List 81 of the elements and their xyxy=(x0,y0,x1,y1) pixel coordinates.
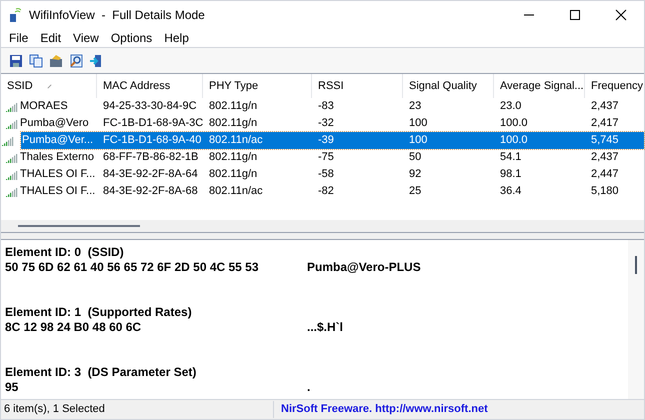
table-cell-text: 5,180 xyxy=(591,184,619,200)
column-header[interactable]: Frequency xyxy=(585,74,645,98)
menu-item[interactable]: Options xyxy=(104,29,158,47)
table-cell-text: 802.11n/ac xyxy=(209,133,263,148)
table-cell-text: 84-3E-92-2F-8A-68 xyxy=(103,184,198,200)
table-cell-text: 54.1 xyxy=(500,150,522,166)
table-cell-text: 802.11g/n xyxy=(209,150,258,166)
table-cell-text: -58 xyxy=(318,167,334,182)
table-cell-text: 23 xyxy=(409,99,422,114)
copy-icon[interactable] xyxy=(29,54,43,68)
hex-bytes: 50 75 6D 62 61 40 56 65 72 6F 2D 50 4C 55 53 xyxy=(5,260,260,275)
element-heading: Element ID: 3 (DS Parameter Set) xyxy=(5,365,196,380)
table-cell-text: 94-25-33-30-84-9C xyxy=(103,99,197,114)
element-heading: Element ID: 1 (Supported Rates) xyxy=(5,305,192,320)
table-cell-text: 50 xyxy=(409,150,422,166)
horizontal-scrollbar[interactable] xyxy=(1,220,644,232)
table-cell-text: 68-FF-7B-86-82-1B xyxy=(103,150,198,166)
table-cell-text: 802.11g/n xyxy=(209,167,258,182)
signal-icon xyxy=(5,152,19,162)
ascii-text: ...$.H`l xyxy=(307,320,344,335)
website-link[interactable]: NirSoft Freeware. http://www.nirsoft.net xyxy=(274,401,488,418)
hex-bytes: 8C 12 98 24 B0 48 60 6C xyxy=(5,320,142,335)
table-cell-text: -83 xyxy=(318,99,334,114)
table-cell-text: 100 xyxy=(409,116,428,132)
ascii-text: Pumba@Vero-PLUS xyxy=(307,260,421,275)
table-cell-text: 36.4 xyxy=(500,184,522,200)
element-heading: Element ID: 0 (SSID) xyxy=(5,245,124,260)
table-cell-text: FC-1B-D1-68-9A-40 xyxy=(103,133,202,148)
table-cell-text: -75 xyxy=(318,150,334,166)
signal-icon xyxy=(5,170,19,180)
table-cell-text: MORAES xyxy=(20,99,68,114)
table-cell-text: 25 xyxy=(409,184,422,200)
table-cell-text: FC-1B-D1-68-9A-3C xyxy=(103,116,204,132)
table-cell-text: 2,447 xyxy=(591,167,619,182)
vertical-scrollbar[interactable] xyxy=(628,240,644,399)
column-header[interactable]: MAC Address xyxy=(97,74,203,98)
table-cell-text: Pumba@Vero xyxy=(20,116,89,132)
table-cell-text: 5,745 xyxy=(591,133,619,148)
table-cell-text: 84-3E-92-2F-8A-64 xyxy=(103,167,198,182)
table-cell-text: 802.11n/ac xyxy=(209,184,263,200)
signal-icon xyxy=(5,186,19,196)
menu-item[interactable]: File xyxy=(3,29,34,47)
menu-item[interactable]: View xyxy=(67,29,105,47)
column-header[interactable]: RSSI xyxy=(312,74,403,98)
table-cell-text: THALES OI F... xyxy=(20,184,96,200)
menu-item[interactable]: Edit xyxy=(34,29,68,47)
table-cell-text: 100.0 xyxy=(500,133,528,148)
table-cell-text: 802.11g/n xyxy=(209,116,258,132)
table-cell-text: 98.1 xyxy=(500,167,522,182)
menu-item[interactable]: Help xyxy=(158,29,195,47)
table-cell-text: THALES OI F... xyxy=(20,167,96,182)
sort-icon xyxy=(46,84,52,88)
column-header[interactable]: SSID xyxy=(1,74,97,98)
ascii-text: . xyxy=(307,380,310,395)
status-text: 6 item(s), 1 Selected xyxy=(1,401,274,418)
table-cell-text: 2,417 xyxy=(591,116,619,132)
properties-icon[interactable] xyxy=(49,54,63,68)
app-icon xyxy=(9,8,21,22)
save-icon[interactable] xyxy=(9,54,23,68)
exit-icon[interactable] xyxy=(89,54,103,68)
table-cell-text: Pumba@Ver... xyxy=(22,133,94,148)
hex-bytes: 95 xyxy=(5,380,20,395)
search-icon[interactable] xyxy=(69,54,83,68)
signal-icon xyxy=(1,136,15,146)
table-cell-text: 100 xyxy=(409,133,428,148)
table-cell-text: 100.0 xyxy=(500,116,528,132)
table-cell-text: -32 xyxy=(318,116,334,132)
table-cell-text: -39 xyxy=(318,133,334,148)
signal-icon xyxy=(5,118,19,128)
signal-icon xyxy=(5,102,19,112)
table-cell-text: 2,437 xyxy=(591,150,619,166)
table-cell-text: Thales Externo xyxy=(20,150,94,166)
window-title: WifiInfoView - Full Details Mode xyxy=(29,7,205,24)
table-cell-text: 802.11g/n xyxy=(209,99,258,114)
column-header[interactable]: Signal Quality xyxy=(403,74,494,98)
table-cell-text: 23.0 xyxy=(500,99,522,114)
table-cell-text: -82 xyxy=(318,184,334,200)
column-header[interactable]: PHY Type xyxy=(203,74,312,98)
table-cell-text: 2,437 xyxy=(591,99,619,114)
column-header[interactable]: Average Signal... xyxy=(494,74,585,98)
table-cell-text: 92 xyxy=(409,167,422,182)
